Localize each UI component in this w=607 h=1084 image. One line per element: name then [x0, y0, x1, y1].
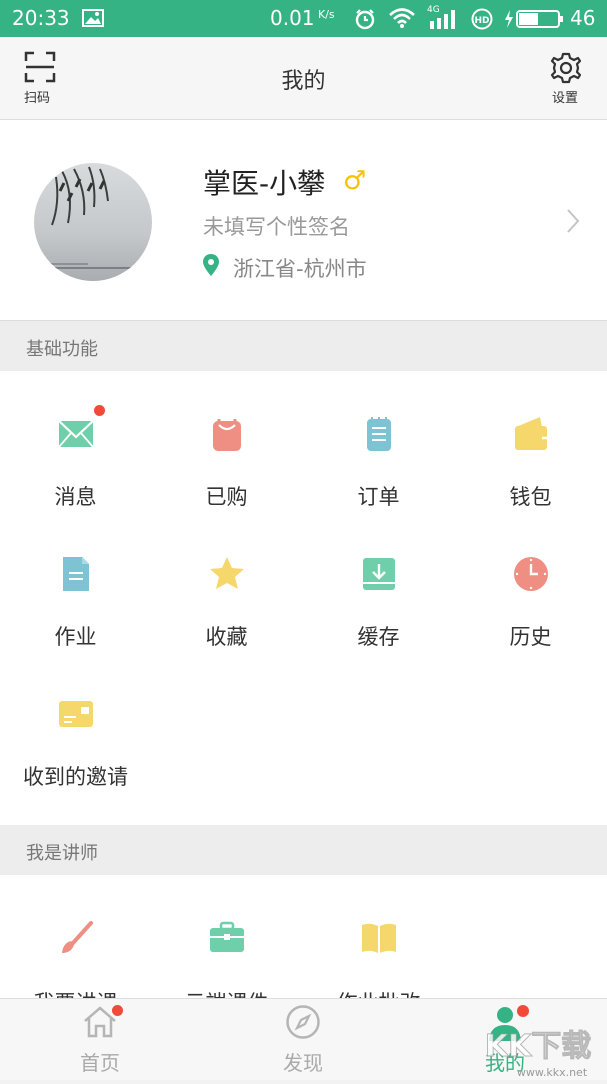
- grid-item-homework-review[interactable]: 作业批改: [303, 919, 454, 998]
- location-pin-icon: [203, 254, 219, 280]
- grid-item-label: 我要讲课: [0, 987, 151, 998]
- section-lecturer-header: 我是讲师: [0, 825, 607, 875]
- battery-icon: [504, 8, 564, 34]
- grid-item-cloud-courseware[interactable]: 云端课件: [151, 919, 302, 998]
- home-badge: [112, 1005, 123, 1016]
- tab-home-label: 首页: [80, 1051, 120, 1075]
- section-lecturer-title: 我是讲师: [26, 843, 98, 864]
- tab-discover-label: 发现: [283, 1051, 323, 1075]
- status-time: 20:33: [12, 6, 70, 30]
- briefcase-icon: [208, 919, 246, 957]
- compass-icon: [285, 1004, 321, 1044]
- grid-item-orders[interactable]: 订单: [303, 415, 454, 515]
- grid-item-cache[interactable]: 缓存: [303, 555, 454, 655]
- mail-icon: [57, 415, 95, 453]
- grid-item-label: 已购: [205, 485, 248, 509]
- grid-item-label: 消息: [54, 485, 97, 509]
- profile-name: 掌医-小攀: [203, 167, 326, 200]
- grid-item-favorites[interactable]: 收藏: [151, 555, 302, 655]
- clock-icon: [512, 555, 550, 593]
- grid-item-give-lecture[interactable]: 我要讲课: [0, 919, 151, 998]
- wifi-icon: [388, 7, 416, 33]
- avatar[interactable]: [34, 163, 152, 281]
- page-title: 我的: [281, 69, 326, 94]
- profile-signature: 未填写个性签名: [203, 215, 350, 239]
- hd-icon: HD: [471, 8, 493, 34]
- grid-item-label: 缓存: [357, 625, 400, 649]
- gender-icon: ♂: [343, 166, 367, 196]
- image-notification-icon: [82, 9, 104, 31]
- watermark: KK下载 www.kkx.net: [470, 1022, 607, 1080]
- grid-item-label: 作业批改: [303, 987, 454, 998]
- grid-item-wallet[interactable]: 钱包: [455, 415, 606, 515]
- chevron-right-icon: [566, 208, 580, 238]
- card-icon: [57, 695, 95, 733]
- bag-icon: [208, 415, 246, 453]
- page-header: 扫码 我的 设置: [0, 37, 607, 119]
- basic-functions-grid: 消息 已购 订单 钱包 作业 收藏 缓存 历史 收到的邀请: [0, 371, 607, 825]
- battery-percent: 46: [570, 6, 596, 30]
- grid-item-label: 订单: [357, 485, 400, 509]
- grid-item-invitations[interactable]: 收到的邀请: [0, 695, 151, 795]
- svg-text:KK下载: KK下载: [485, 1029, 592, 1064]
- signal-icon: [428, 9, 460, 33]
- grid-item-label: 钱包: [509, 485, 552, 509]
- grid-item-label: 云端课件: [151, 987, 302, 998]
- grid-item-label: 收藏: [205, 625, 248, 649]
- download-icon: [360, 555, 398, 593]
- section-basic-header: 基础功能: [0, 321, 607, 371]
- grid-item-messages[interactable]: 消息: [0, 405, 151, 515]
- svg-text:www.kkx.net: www.kkx.net: [517, 1066, 588, 1079]
- status-speed: 0.01: [270, 6, 315, 30]
- grid-item-label: 作业: [54, 625, 97, 649]
- grid-item-purchased[interactable]: 已购: [151, 415, 302, 515]
- section-basic-title: 基础功能: [26, 339, 98, 360]
- grid-item-label: 收到的邀请: [23, 765, 128, 789]
- notepad-icon: [360, 415, 398, 453]
- svg-text:HD: HD: [474, 16, 489, 26]
- grid-item-history[interactable]: 历史: [455, 555, 606, 655]
- wallet-icon: [512, 415, 550, 453]
- document-icon: [57, 555, 95, 593]
- star-icon: [208, 555, 246, 593]
- grid-item-label: 历史: [509, 625, 552, 649]
- book-icon: [360, 919, 398, 957]
- brush-icon: [57, 919, 95, 957]
- gear-icon: [549, 51, 583, 89]
- grid-item-homework[interactable]: 作业: [0, 555, 151, 655]
- tab-discover[interactable]: 发现: [263, 999, 343, 1079]
- settings-button[interactable]: 设置: [545, 49, 589, 111]
- alarm-icon: [353, 7, 377, 35]
- settings-label: 设置: [552, 91, 579, 106]
- status-speed-unit: K/s: [318, 8, 335, 21]
- message-badge: [94, 405, 105, 416]
- lecturer-functions-grid: 我要讲课 云端课件 作业批改: [0, 875, 607, 998]
- profile-location: 浙江省-杭州市: [233, 257, 367, 281]
- tab-home[interactable]: 首页: [60, 999, 140, 1079]
- status-bar: 20:33 0.01 K/s 4G HD 46: [0, 0, 607, 37]
- profile-card[interactable]: 掌医-小攀 ♂ 未填写个性签名 浙江省-杭州市: [0, 119, 607, 321]
- mine-badge: [517, 1005, 529, 1017]
